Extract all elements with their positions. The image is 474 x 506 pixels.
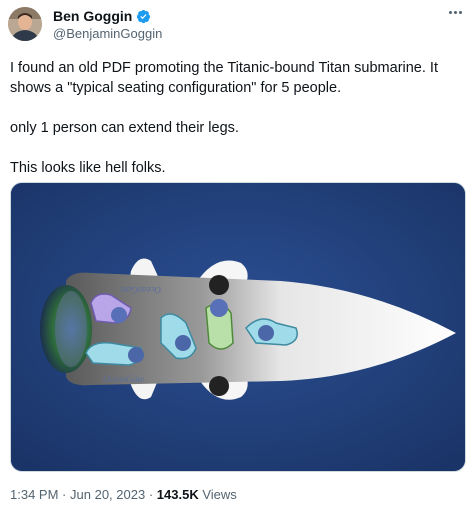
verified-badge-icon (136, 9, 151, 24)
separator: · (62, 487, 67, 502)
author-display-name[interactable]: Ben Goggin (53, 8, 132, 25)
views-label: Views (202, 487, 237, 502)
hull-label: OceanGate (103, 374, 144, 384)
tweet-meta: 1:34 PM · Jun 20, 2023 · 143.5K Views (10, 487, 237, 503)
author-name-row: Ben Goggin (53, 8, 151, 25)
tweet-media-image[interactable]: OceanGate OceanGate (10, 182, 466, 472)
submarine-seating-diagram: OceanGate OceanGate (11, 183, 465, 471)
tweet-time[interactable]: 1:34 PM (10, 487, 58, 502)
tweet-paragraph: only 1 person can extend their legs. (10, 120, 239, 136)
tweet-paragraph: This looks like hell folks. (10, 160, 166, 176)
dot-icon (448, 10, 452, 14)
tweet-paragraph: I found an old PDF promoting the Titanic… (10, 60, 438, 96)
views-count: 143.5K (156, 487, 199, 502)
tweet-date[interactable]: Jun 20, 2023 (70, 487, 145, 502)
dot-icon (453, 10, 457, 14)
profile-photo-icon (8, 7, 42, 41)
more-options-button[interactable] (444, 4, 466, 20)
tweet-text: I found an old PDF promoting the Titanic… (10, 58, 465, 178)
author-handle[interactable]: @BenjaminGoggin (53, 26, 162, 42)
separator: · (148, 487, 154, 502)
hull-label: OceanGate (120, 285, 161, 295)
avatar[interactable] (8, 7, 42, 41)
dot-icon (458, 10, 462, 14)
tweet-card: Ben Goggin @BenjaminGoggin I found an ol… (0, 0, 474, 506)
